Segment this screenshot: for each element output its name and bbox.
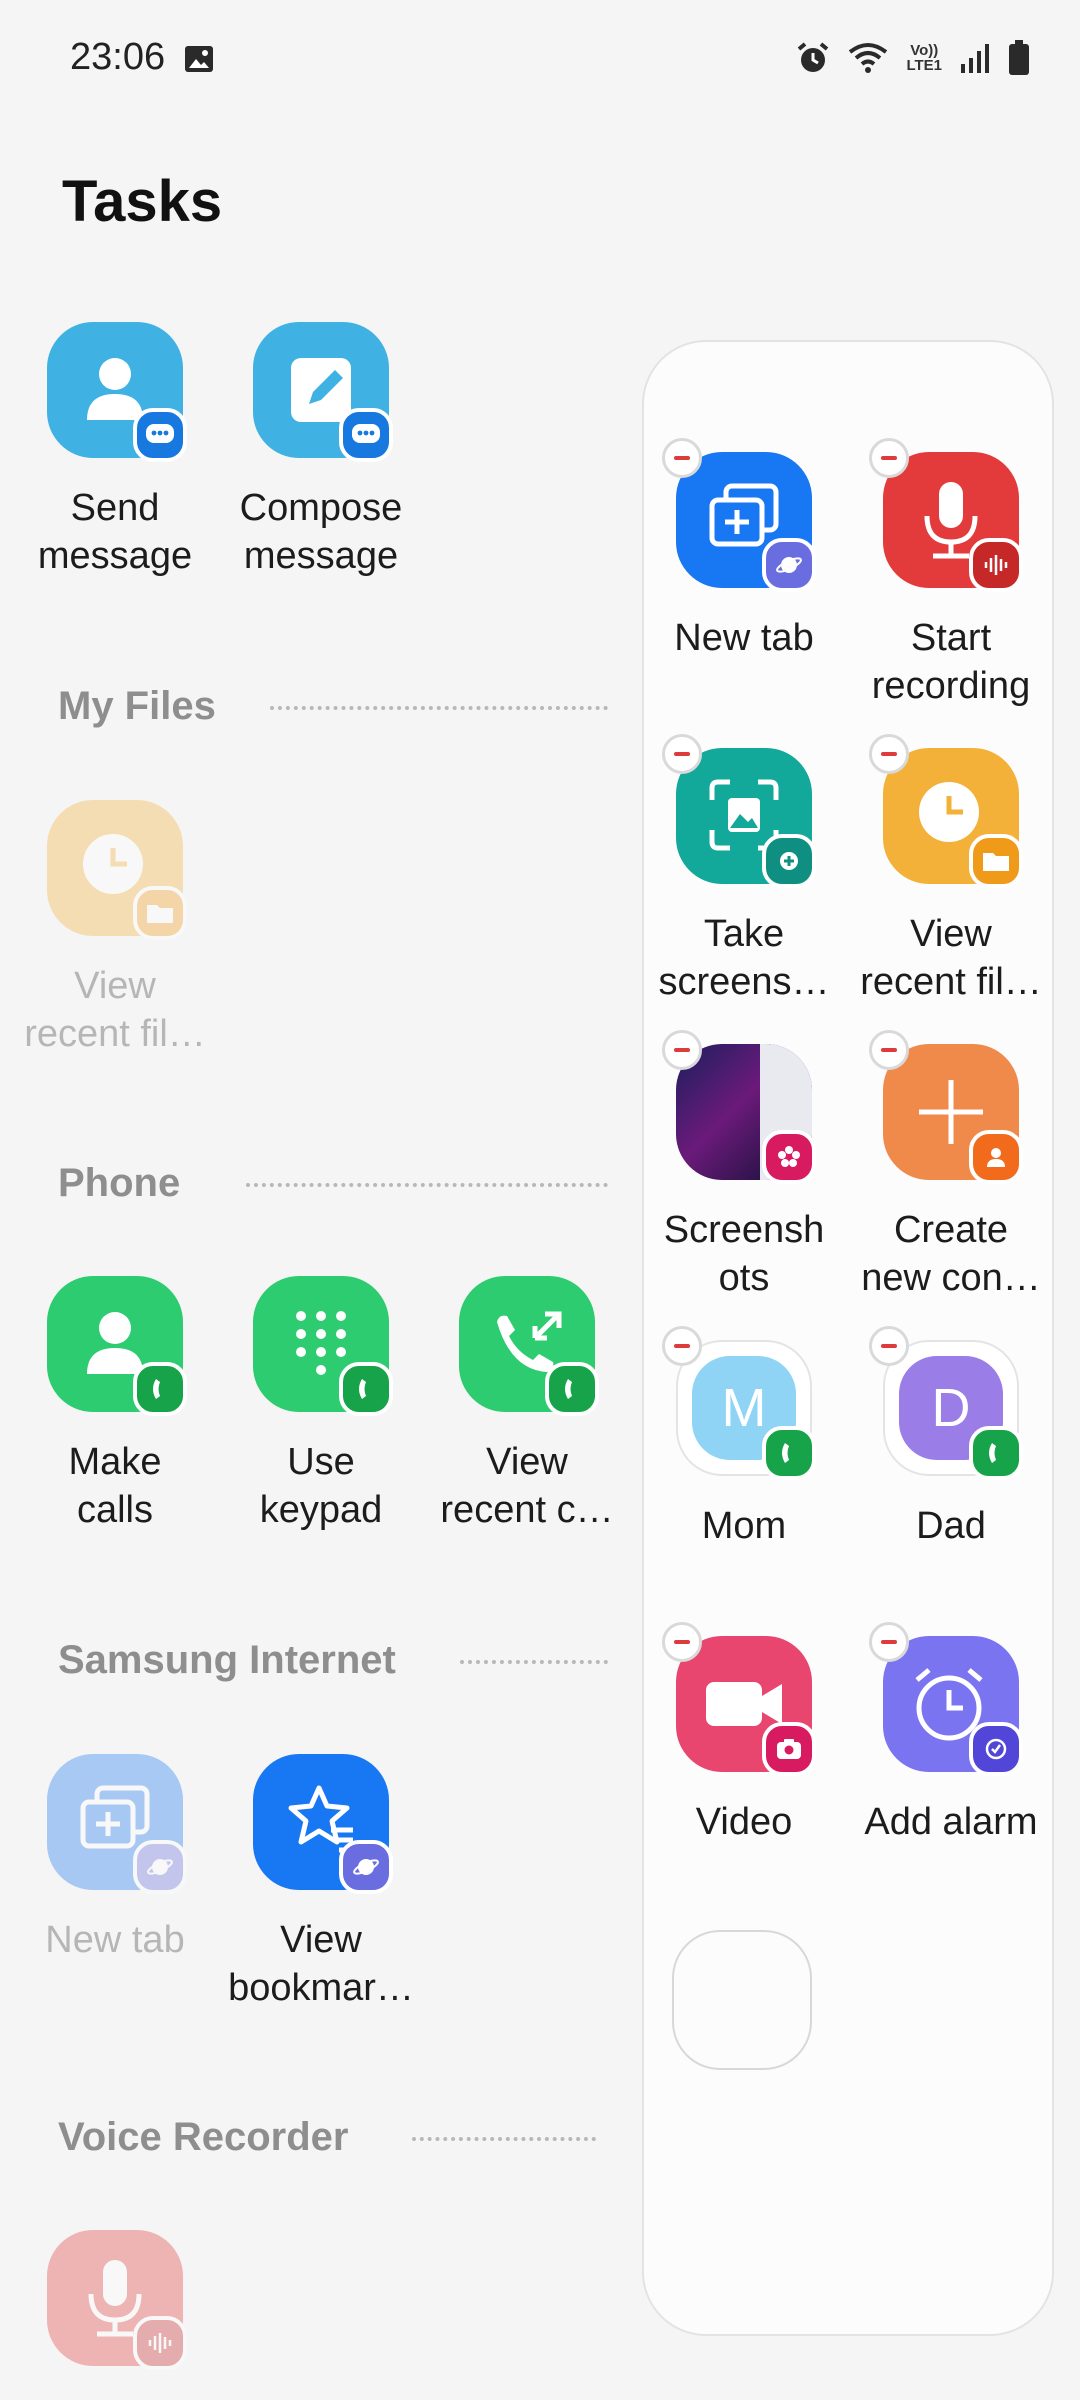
selected-task-video[interactable]: Video bbox=[639, 1622, 849, 1846]
status-bar: 23:06 Vo)) LTE1 bbox=[0, 0, 1080, 120]
selected-task-add-alarm[interactable]: Add alarm bbox=[846, 1622, 1056, 1846]
task-label: Video bbox=[695, 1801, 793, 1843]
remove-icon[interactable] bbox=[869, 1030, 909, 1070]
task-new-tab[interactable]: New tab bbox=[10, 1754, 220, 1964]
task-label: View recent fil… bbox=[860, 913, 1042, 1003]
task-send-message[interactable]: Send message bbox=[10, 322, 220, 580]
selected-task-take-screenshot[interactable]: Take screens… bbox=[639, 734, 849, 1006]
phone-badge-icon bbox=[969, 1426, 1023, 1480]
wifi-icon bbox=[849, 43, 888, 73]
selected-task-view-recent-files[interactable]: View recent fil… bbox=[846, 734, 1056, 1006]
folder-badge-icon bbox=[133, 886, 187, 940]
remove-icon[interactable] bbox=[869, 438, 909, 478]
remove-icon[interactable] bbox=[662, 1622, 702, 1662]
task-make-calls[interactable]: Make calls bbox=[10, 1276, 220, 1534]
task-label: View recent c… bbox=[440, 1441, 614, 1531]
remove-icon[interactable] bbox=[869, 1622, 909, 1662]
waveform-badge-icon bbox=[133, 2316, 187, 2370]
task-view-bookmarks[interactable]: View bookmar… bbox=[216, 1754, 426, 2012]
task-label: Use keypad bbox=[259, 1441, 383, 1531]
planet-badge-icon bbox=[762, 538, 816, 592]
task-label: New tab bbox=[674, 617, 814, 659]
section-divider bbox=[412, 2137, 596, 2141]
section-divider bbox=[270, 706, 608, 710]
task-label: Screensh ots bbox=[663, 1209, 825, 1299]
phone-badge-icon bbox=[762, 1426, 816, 1480]
selected-contact-mom[interactable]: M Mom bbox=[639, 1326, 849, 1550]
task-label: Create new con… bbox=[861, 1209, 1041, 1299]
task-view-recent-calls[interactable]: View recent c… bbox=[422, 1276, 632, 1534]
network-label: Vo)) LTE1 bbox=[906, 42, 942, 74]
selected-task-screenshots[interactable]: Screensh ots bbox=[639, 1030, 849, 1302]
phone-badge-icon bbox=[133, 1362, 187, 1416]
empty-task-slot[interactable] bbox=[672, 1930, 812, 2070]
person-badge-icon bbox=[969, 1130, 1023, 1184]
page-title: Tasks bbox=[62, 169, 223, 234]
section-samsung-internet: Samsung Internet bbox=[58, 1638, 396, 1682]
flower-badge-icon bbox=[762, 1130, 816, 1184]
remove-icon[interactable] bbox=[662, 1030, 702, 1070]
section-my-files: My Files bbox=[58, 684, 216, 728]
task-label: Make calls bbox=[68, 1441, 162, 1531]
task-voice-recorder[interactable] bbox=[10, 2230, 220, 2370]
task-compose-message[interactable]: Compose message bbox=[216, 322, 426, 580]
remove-icon[interactable] bbox=[662, 1326, 702, 1366]
battery-icon bbox=[1009, 40, 1029, 75]
selected-task-new-tab[interactable]: New tab bbox=[639, 438, 849, 662]
gear-badge-icon bbox=[762, 834, 816, 888]
alarm-icon bbox=[798, 42, 829, 72]
phone-badge-icon bbox=[339, 1362, 393, 1416]
task-label: Add alarm bbox=[864, 1801, 1038, 1843]
task-view-recent-files[interactable]: View recent fil… bbox=[10, 800, 220, 1058]
task-label: Send message bbox=[37, 487, 193, 577]
task-use-keypad[interactable]: Use keypad bbox=[216, 1276, 426, 1534]
task-label: View recent fil… bbox=[24, 965, 206, 1055]
waveform-badge-icon bbox=[969, 538, 1023, 592]
status-time: 23:06 bbox=[70, 36, 166, 78]
task-label: Dad bbox=[916, 1505, 986, 1547]
task-label: Compose message bbox=[239, 487, 403, 577]
selected-task-create-new-contact[interactable]: Create new con… bbox=[846, 1030, 1056, 1302]
section-voice-recorder: Voice Recorder bbox=[58, 2115, 349, 2159]
selected-task-start-recording[interactable]: Start recording bbox=[846, 438, 1056, 710]
section-phone: Phone bbox=[58, 1161, 181, 1205]
task-label: New tab bbox=[45, 1919, 185, 1961]
remove-icon[interactable] bbox=[662, 734, 702, 774]
section-divider bbox=[246, 1183, 608, 1187]
messages-badge-icon bbox=[133, 408, 187, 462]
task-label: Start recording bbox=[871, 617, 1031, 707]
phone-badge-icon bbox=[545, 1362, 599, 1416]
check-clock-badge-icon bbox=[969, 1722, 1023, 1776]
remove-icon[interactable] bbox=[869, 734, 909, 774]
signal-icon bbox=[961, 44, 989, 73]
selected-contact-dad[interactable]: D Dad bbox=[846, 1326, 1056, 1550]
camera-badge-icon bbox=[762, 1722, 816, 1776]
planet-badge-icon bbox=[339, 1840, 393, 1894]
folder-badge-icon bbox=[969, 834, 1023, 888]
task-label: View bookmar… bbox=[228, 1919, 414, 2009]
task-label: Mom bbox=[701, 1505, 787, 1547]
gallery-icon bbox=[185, 46, 213, 72]
section-divider bbox=[460, 1660, 608, 1664]
remove-icon[interactable] bbox=[869, 1326, 909, 1366]
planet-badge-icon bbox=[133, 1840, 187, 1894]
task-label: Take screens… bbox=[658, 913, 830, 1003]
remove-icon[interactable] bbox=[662, 438, 702, 478]
messages-badge-icon bbox=[339, 408, 393, 462]
